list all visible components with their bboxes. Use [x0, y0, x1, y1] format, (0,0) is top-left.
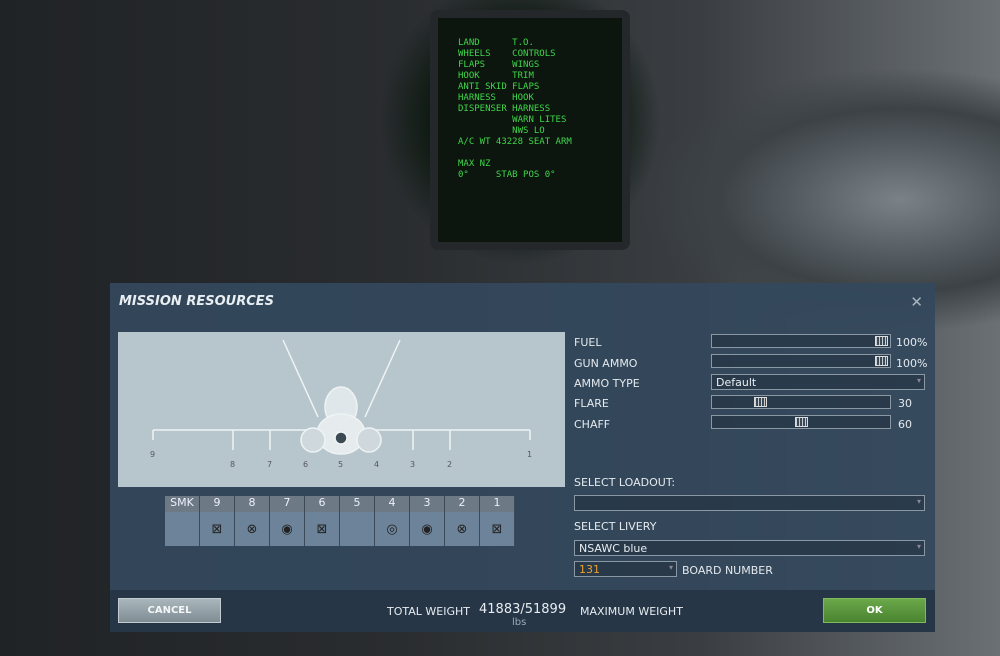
- dialog-footer: CANCEL TOTAL WEIGHT 41883/51899 lbs MAXI…: [110, 590, 935, 632]
- aircraft-diagram: 9 8 7 6 5 4 3 2 1: [118, 332, 565, 487]
- mfd-line: DISPENSER HARNESS: [458, 104, 551, 114]
- fuel-value: 100%: [896, 336, 928, 349]
- board-number-input[interactable]: 131: [574, 561, 677, 577]
- chaff-slider-thumb[interactable]: [795, 417, 808, 427]
- flare-slider-thumb[interactable]: [754, 397, 767, 407]
- station-number: 4: [374, 460, 380, 469]
- mfd-line: 0° STAB POS 0°: [458, 170, 556, 180]
- mfd-display: LAND T.O. WHEELS CONTROLS FLAPS WINGS HOOK …: [430, 10, 630, 250]
- total-weight-label: TOTAL WEIGHT: [387, 605, 470, 618]
- flare-label: FLARE: [574, 397, 609, 410]
- dialog-title: MISSION RESOURCES: [119, 294, 274, 309]
- pylon-5[interactable]: 5: [340, 496, 375, 546]
- pylon-label: SMK: [165, 496, 199, 512]
- pylon-6[interactable]: 6 ⊠: [305, 496, 340, 546]
- mfd-line: WARN LITES: [458, 115, 567, 125]
- flare-slider[interactable]: [711, 395, 891, 409]
- cancel-button[interactable]: CANCEL: [118, 598, 221, 623]
- pylon-weapon-icon[interactable]: ◉: [270, 512, 304, 546]
- station-number: 1: [527, 450, 533, 459]
- pylon-weapon-icon[interactable]: [165, 512, 199, 546]
- select-livery-label: SELECT LIVERY: [574, 520, 657, 533]
- ammo-type-label: AMMO TYPE: [574, 377, 640, 390]
- weight-unit: lbs: [512, 617, 527, 628]
- chaff-label: CHAFF: [574, 418, 611, 431]
- maximum-weight-label: MAXIMUM WEIGHT: [580, 605, 683, 618]
- total-weight-value: 41883/51899: [479, 602, 567, 617]
- pylon-weapon-icon[interactable]: ◉: [410, 512, 444, 546]
- pylon-8[interactable]: 8 ⊗: [235, 496, 270, 546]
- gun-ammo-slider[interactable]: [711, 354, 891, 368]
- station-number: 9: [150, 450, 156, 459]
- pylon-weapon-icon[interactable]: ⊗: [235, 512, 269, 546]
- pylon-label: 4: [375, 496, 409, 512]
- mfd-line: LAND T.O.: [458, 38, 534, 48]
- pylon-weapon-icon[interactable]: ⊠: [200, 512, 234, 546]
- station-number: 8: [230, 460, 236, 469]
- station-number: 5: [338, 460, 344, 469]
- chaff-slider[interactable]: [711, 415, 891, 429]
- chaff-value: 60: [898, 418, 912, 431]
- pylon-label: 6: [305, 496, 339, 512]
- station-number: 7: [267, 460, 273, 469]
- mfd-line: HARNESS HOOK: [458, 93, 534, 103]
- station-number: 2: [447, 460, 453, 469]
- station-number: 3: [410, 460, 416, 469]
- mfd-line: HOOK TRIM: [458, 71, 534, 81]
- pylon-weapon-icon[interactable]: [340, 512, 374, 546]
- pylon-label: 2: [445, 496, 479, 512]
- pylon-weapon-icon[interactable]: ◎: [375, 512, 409, 546]
- mfd-line: NWS LO: [458, 126, 545, 136]
- pylon-label: 5: [340, 496, 374, 512]
- loadout-select[interactable]: [574, 495, 925, 511]
- flare-value: 30: [898, 397, 912, 410]
- pylon-table: SMK 9 ⊠ 8 ⊗ 7 ◉ 6 ⊠ 5 4 ◎ 3 ◉ 2 ⊗ 1 ⊠: [165, 496, 515, 546]
- mfd-line: MAX NZ: [458, 159, 491, 169]
- pylon-7[interactable]: 7 ◉: [270, 496, 305, 546]
- pylon-weapon-icon[interactable]: ⊠: [305, 512, 339, 546]
- ok-button[interactable]: OK: [823, 598, 926, 623]
- close-icon[interactable]: ✕: [910, 293, 923, 311]
- pylon-label: 9: [200, 496, 234, 512]
- livery-select[interactable]: NSAWC blue: [574, 540, 925, 556]
- pylon-3[interactable]: 3 ◉: [410, 496, 445, 546]
- station-number: 6: [303, 460, 309, 469]
- pylon-4[interactable]: 4 ◎: [375, 496, 410, 546]
- pylon-label: 3: [410, 496, 444, 512]
- select-loadout-label: SELECT LOADOUT:: [574, 476, 676, 489]
- gun-ammo-label: GUN AMMO: [574, 357, 638, 370]
- gun-ammo-slider-thumb[interactable]: [875, 356, 888, 366]
- gun-ammo-value: 100%: [896, 357, 928, 370]
- pylon-1[interactable]: 1 ⊠: [480, 496, 515, 546]
- mfd-line: [458, 148, 602, 159]
- mfd-line: FLAPS WINGS: [458, 60, 540, 70]
- pylon-9[interactable]: 9 ⊠: [200, 496, 235, 546]
- board-number-label: BOARD NUMBER: [682, 564, 773, 577]
- fuel-slider-thumb[interactable]: [875, 336, 888, 346]
- mission-resources-dialog: MISSION RESOURCES ✕ 987654321 SMK 9 ⊠ 8 ⊗ 7 ◉ 6…: [110, 283, 935, 632]
- pylon-weapon-icon[interactable]: ⊠: [480, 512, 514, 546]
- mfd-line: ANTI SKID FLAPS: [458, 82, 540, 92]
- mfd-line: WHEELS CONTROLS: [458, 49, 556, 59]
- pylon-label: 7: [270, 496, 304, 512]
- fuel-slider[interactable]: [711, 334, 891, 348]
- pylon-weapon-icon[interactable]: ⊗: [445, 512, 479, 546]
- pylon-2[interactable]: 2 ⊗: [445, 496, 480, 546]
- fuel-label: FUEL: [574, 336, 602, 349]
- pylon-label: 8: [235, 496, 269, 512]
- pylon-label: 1: [480, 496, 514, 512]
- pylon-smk[interactable]: SMK: [165, 496, 200, 546]
- ammo-type-select[interactable]: Default: [711, 374, 925, 390]
- mfd-line: A/C WT 43228 SEAT ARM: [458, 137, 572, 147]
